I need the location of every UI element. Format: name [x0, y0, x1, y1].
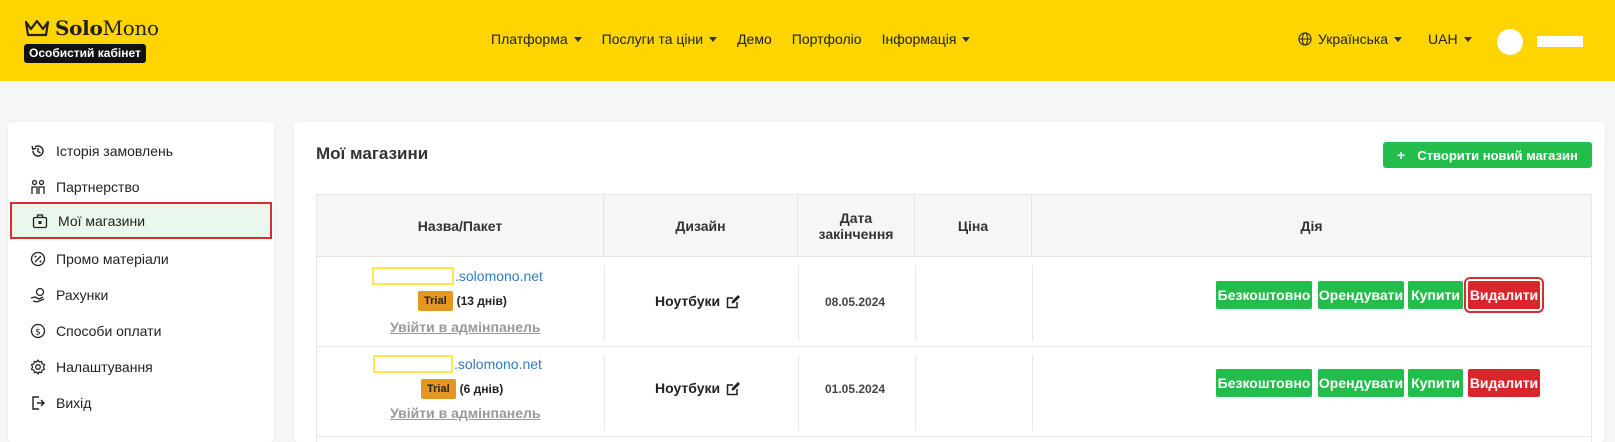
caret-down-icon [962, 36, 971, 42]
sidebar-item-my-stores[interactable]: Мої магазини [10, 202, 272, 239]
sidebar-item-payment-methods[interactable]: $ Способи оплати [8, 312, 274, 349]
avatar[interactable] [1497, 29, 1523, 55]
partners-icon [31, 179, 45, 194]
top-header: SoloMono Особистий кабінет Платформа Пос… [0, 0, 1615, 81]
admin-panel-link[interactable]: Увійти в адмінпанель [390, 405, 541, 421]
nav-platform[interactable]: Платформа [491, 31, 582, 47]
currency-selector[interactable]: UAH [1428, 31, 1472, 47]
username-redacted[interactable] [1537, 36, 1583, 47]
delete-button[interactable]: Видалити [1468, 369, 1540, 397]
nav-services[interactable]: Послуги та ціни [602, 31, 718, 47]
sidebar-item-promo[interactable]: Промо матеріали [8, 240, 274, 277]
admin-panel-link[interactable]: Увійти в адмінпанель [390, 319, 541, 335]
language-selector[interactable]: Українська [1298, 31, 1403, 47]
brand-name: SoloMono [55, 16, 159, 40]
history-icon [31, 144, 44, 157]
stores-table: Назва/Пакет Дизайн Дата закінчення Ціна … [316, 194, 1592, 442]
globe-icon [1298, 32, 1312, 46]
caret-down-icon [573, 36, 582, 42]
end-date: 01.05.2024 [825, 382, 886, 396]
sidebar-item-invoices[interactable]: Рахунки [8, 276, 274, 313]
sidebar-item-settings[interactable]: Налаштування [8, 348, 274, 385]
edit-icon[interactable] [726, 294, 741, 309]
cabinet-badge: Особистий кабінет [24, 44, 146, 63]
plus-icon: + [1397, 147, 1406, 163]
store-domain-link[interactable]: .solomono.net [372, 267, 543, 285]
sidebar-item-order-history[interactable]: Історія замовлень [8, 132, 274, 169]
svg-text:$: $ [35, 327, 41, 337]
column-header: Дизайн [604, 195, 798, 257]
briefcase-icon [32, 213, 48, 228]
package-info: Trial (6 днів) [421, 379, 503, 399]
nav-info[interactable]: Інформація [882, 31, 971, 47]
logout-icon [32, 395, 45, 410]
sidebar: Історія замовлень Партнерство Мої магази… [8, 122, 274, 442]
caret-down-icon [1463, 36, 1472, 42]
free-button[interactable]: Безкоштовно [1216, 281, 1312, 309]
package-info: Trial (13 днів) [418, 291, 507, 311]
buy-button[interactable]: Купити [1408, 369, 1463, 397]
end-date: 08.05.2024 [825, 295, 886, 309]
trial-badge: Trial [421, 379, 456, 399]
delete-button[interactable]: Видалити [1464, 277, 1544, 313]
table-row: .solomono.net Trial (6 днів) Увійти в ад… [317, 347, 1591, 437]
design-name: Ноутбуки [655, 380, 741, 396]
nav-demo[interactable]: Демо [737, 31, 772, 47]
buy-button[interactable]: Купити [1408, 281, 1463, 309]
sidebar-item-logout[interactable]: Вихід [8, 384, 274, 421]
rent-button[interactable]: Орендувати [1318, 281, 1404, 309]
crown-icon [24, 19, 50, 37]
trial-badge: Trial [418, 291, 453, 311]
store-subdomain-redacted [372, 267, 454, 285]
store-subdomain-redacted [373, 355, 453, 373]
rent-button[interactable]: Орендувати [1318, 369, 1404, 397]
free-button[interactable]: Безкоштовно [1216, 369, 1312, 397]
invoice-hand-icon [30, 287, 45, 303]
column-header: Дія [1300, 218, 1323, 234]
store-domain-link[interactable]: .solomono.net [373, 355, 542, 373]
column-header: Назва/Пакет [317, 195, 604, 257]
edit-icon[interactable] [726, 381, 741, 396]
percent-icon [30, 251, 46, 266]
dollar-icon: $ [30, 323, 46, 338]
column-header: Дата закінчення [798, 195, 915, 257]
design-name: Ноутбуки [655, 293, 741, 309]
logo[interactable]: SoloMono Особистий кабінет [24, 16, 159, 63]
stores-panel: Мої магазини + Створити новий магазин На… [294, 122, 1605, 442]
caret-down-icon [709, 36, 718, 42]
table-row: .solomono.net Trial (13 днів) Увійти в а… [317, 257, 1591, 347]
table-header: Назва/Пакет Дизайн Дата закінчення Ціна … [317, 195, 1591, 257]
caret-down-icon [1394, 36, 1403, 42]
create-store-button[interactable]: + Створити новий магазин [1383, 142, 1592, 168]
page-title: Мої магазини [316, 144, 429, 163]
column-header: Ціна [915, 195, 1032, 257]
nav-portfolio[interactable]: Портфоліо [792, 31, 862, 47]
sidebar-item-partnership[interactable]: Партнерство [8, 168, 274, 205]
main-nav: Платформа Послуги та ціни Демо Портфоліо… [491, 31, 990, 47]
gear-icon [30, 358, 46, 375]
